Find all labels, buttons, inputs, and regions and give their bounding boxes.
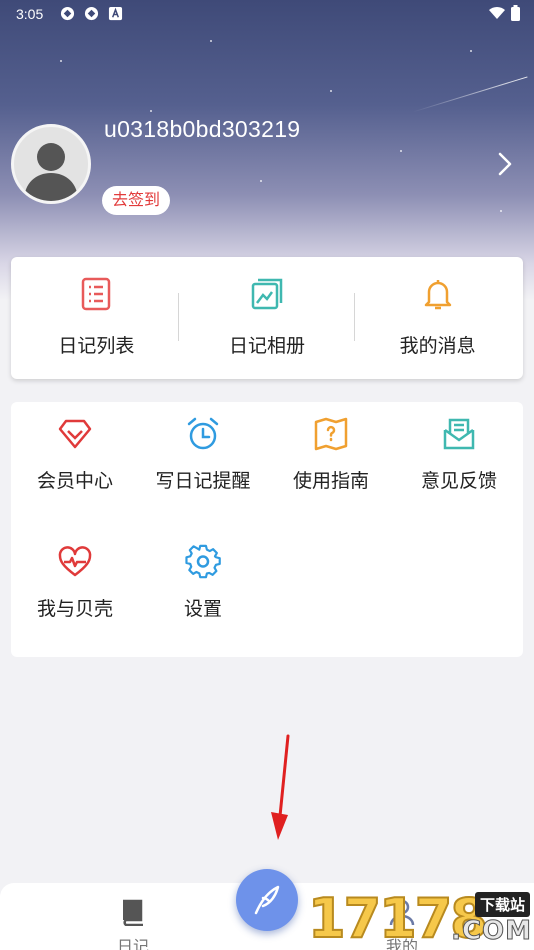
quick-menu-card: 日记列表 日记相册 我的消息: [11, 257, 523, 379]
settings-grid-card: 会员中心 写日记提醒 使用指南 意见反馈 我与贝壳 设置: [11, 402, 523, 657]
quick-menu-label: 我的消息: [399, 336, 476, 357]
user-guide-button[interactable]: 使用指南: [267, 416, 395, 493]
wifi-icon: [489, 6, 505, 20]
notification-app-icon: [84, 6, 99, 21]
divider: [178, 293, 179, 341]
username: u0318b0bd303219: [104, 116, 301, 142]
watermark-tag: 下载站: [474, 892, 530, 917]
album-icon: [251, 278, 283, 310]
watermark-suffix: .COM: [451, 916, 532, 947]
quick-menu-label: 日记列表: [58, 336, 135, 357]
diamond-icon: [58, 419, 92, 449]
feedback-button[interactable]: 意见反馈: [395, 416, 523, 493]
diary-list-button[interactable]: 日记列表: [11, 257, 182, 379]
grid-menu-label: 意见反馈: [420, 471, 497, 492]
list-icon: [82, 277, 111, 311]
diary-reminder-button[interactable]: 写日记提醒: [139, 416, 267, 493]
chevron-right-icon[interactable]: [494, 150, 516, 178]
quick-menu-label: 日记相册: [228, 336, 305, 357]
guide-map-icon: [314, 417, 348, 451]
grid-menu-label: 设置: [183, 599, 222, 620]
grid-menu-label: 写日记提醒: [155, 471, 251, 492]
my-messages-button[interactable]: 我的消息: [352, 257, 523, 379]
write-diary-button[interactable]: [236, 869, 298, 931]
heart-pulse-icon: [58, 546, 92, 577]
feedback-mail-icon: [443, 418, 475, 450]
site-watermark: 17178 下载站 .COM: [307, 888, 534, 950]
book-icon: [123, 899, 143, 927]
annotation-arrow-icon: [271, 734, 290, 840]
status-time: 3:05: [16, 6, 44, 22]
battery-icon: [511, 5, 520, 21]
membership-center-button[interactable]: 会员中心: [11, 416, 139, 493]
me-and-beike-button[interactable]: 我与贝壳: [11, 544, 139, 621]
grid-menu-label: 使用指南: [292, 471, 369, 492]
feather-pen-icon: [254, 885, 280, 915]
grid-menu-label: 我与贝壳: [36, 599, 113, 620]
tab-label: 日记: [116, 939, 149, 950]
gear-icon: [185, 544, 221, 579]
notification-a-icon: [108, 6, 123, 21]
alarm-clock-icon: [187, 417, 219, 450]
diary-album-button[interactable]: 日记相册: [182, 257, 353, 379]
default-user-icon: [24, 143, 78, 201]
status-bar: 3:05: [0, 0, 534, 28]
notification-app-icon: [60, 6, 75, 21]
tab-diary[interactable]: 日记: [73, 883, 193, 950]
signin-button[interactable]: 去签到: [102, 186, 171, 215]
avatar[interactable]: [11, 124, 91, 204]
bell-icon: [424, 280, 451, 310]
settings-button[interactable]: 设置: [139, 544, 267, 621]
grid-menu-label: 会员中心: [36, 471, 113, 492]
